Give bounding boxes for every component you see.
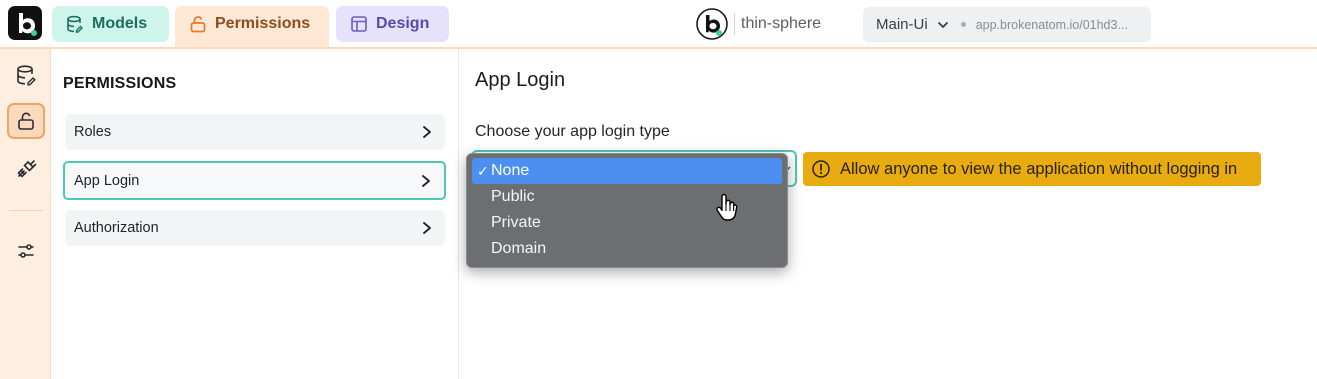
tab-permissions[interactable]: Permissions <box>175 6 329 48</box>
sidebar-item-app-login[interactable]: App Login <box>63 161 446 200</box>
plug-icon <box>17 160 37 178</box>
dropdown-option-none[interactable]: ✓ None <box>472 158 782 184</box>
dropdown-option-label: Private <box>491 214 541 231</box>
top-bar: Models Permissions Design thin-sphere Ma… <box>0 0 1317 48</box>
database-icon <box>17 65 36 86</box>
chevron-down-icon <box>937 21 948 28</box>
layout-icon <box>351 16 367 32</box>
chevron-right-icon <box>422 174 430 187</box>
rail-permissions-button[interactable] <box>7 103 45 139</box>
dropdown-option-domain[interactable]: Domain <box>472 236 782 262</box>
rail-settings-button[interactable] <box>7 233 45 269</box>
hint-text: Allow anyone to view the application wit… <box>840 159 1238 178</box>
app-selector-name: Main-Ui <box>876 16 928 33</box>
check-mark-icon: ✓ <box>477 163 489 179</box>
rail-integrations-button[interactable] <box>7 151 45 187</box>
chevron-right-icon <box>423 126 431 138</box>
database-icon <box>67 15 83 33</box>
separator-dot <box>960 22 966 27</box>
tab-permissions-label: Permissions <box>215 15 311 32</box>
sidebar-title: PERMISSIONS <box>63 75 177 92</box>
page-title: App Login <box>475 69 566 91</box>
tab-models[interactable]: Models <box>52 6 169 42</box>
icon-rail <box>0 49 51 379</box>
chevron-right-icon <box>423 222 431 234</box>
rail-models-button[interactable] <box>7 57 45 93</box>
login-type-label: Choose your app login type <box>475 123 670 140</box>
info-circle-icon <box>812 160 830 178</box>
workspace-logo-icon <box>696 8 728 40</box>
hand-cursor-icon <box>716 193 738 221</box>
dropdown-option-label: Domain <box>491 240 547 257</box>
app-selector[interactable]: Main-Ui app.brokenatom.io/01hd3... <box>863 7 1151 42</box>
brand-divider <box>734 13 735 35</box>
sidebar-item-label: Authorization <box>74 220 159 236</box>
dropdown-option-label: None <box>491 162 530 179</box>
sidebar-item-authorization[interactable]: Authorization <box>65 210 445 246</box>
sliders-icon <box>18 244 34 258</box>
login-type-hint: Allow anyone to view the application wit… <box>803 152 1261 186</box>
permissions-sidebar: PERMISSIONS Roles App Login Authorizatio… <box>51 49 459 379</box>
tab-models-label: Models <box>92 15 148 32</box>
tab-design-label: Design <box>376 15 430 32</box>
dropdown-option-label: Public <box>491 188 535 205</box>
app-logo[interactable] <box>8 6 42 40</box>
tab-design[interactable]: Design <box>336 6 449 42</box>
workspace-name: thin-sphere <box>741 15 822 32</box>
sidebar-item-label: App Login <box>74 172 140 189</box>
unlock-icon <box>18 112 34 130</box>
sidebar-item-label: Roles <box>74 124 112 140</box>
sidebar-item-roles[interactable]: Roles <box>65 114 445 150</box>
unlock-icon <box>190 16 206 33</box>
rail-divider <box>9 210 43 211</box>
logo-mark-icon <box>19 13 37 36</box>
app-url[interactable]: app.brokenatom.io/01hd3... <box>976 18 1128 32</box>
